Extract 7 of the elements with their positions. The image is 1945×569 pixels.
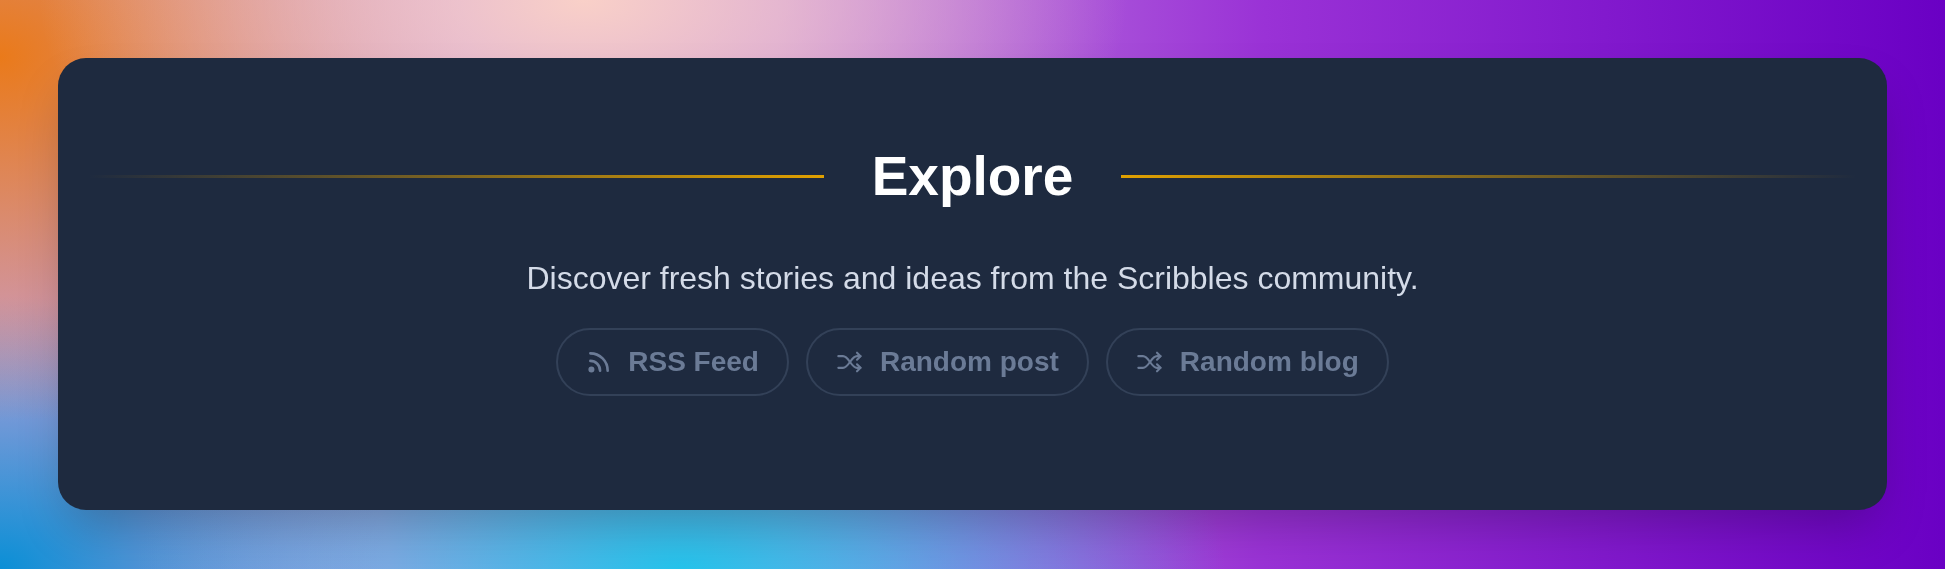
section-description: Discover fresh stories and ideas from the Scribbles community. [526,259,1419,298]
random-button[interactable]: Random blog [1105,328,1389,396]
rss-feed-button[interactable]: RSS Feed [556,328,789,396]
shuffle-icon [1135,350,1164,374]
random-button[interactable]: Random post [805,328,1089,396]
section-title: Explore [871,146,1074,206]
shuffle-icon [835,350,864,374]
